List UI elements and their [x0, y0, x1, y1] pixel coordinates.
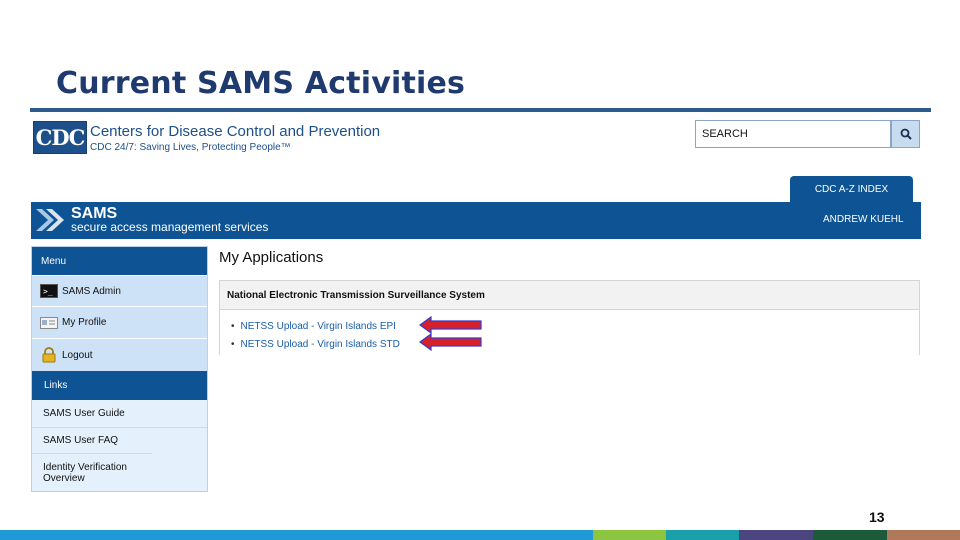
annotation-arrow-icon: [419, 316, 482, 334]
app-link-label: NETSS Upload - Virgin Islands STD: [240, 339, 400, 350]
svg-text:>_: >_: [43, 287, 53, 296]
footer-color-bar: [0, 530, 960, 540]
search-button[interactable]: [891, 120, 920, 148]
sidebar-item-sams-admin[interactable]: >_ SAMS Admin: [32, 275, 207, 306]
sams-subtitle: secure access management services: [71, 220, 269, 234]
padlock-icon: [40, 347, 58, 363]
sidebar-link-user-guide[interactable]: SAMS User Guide: [32, 400, 207, 427]
id-card-icon: [40, 316, 58, 330]
terminal-icon: >_: [40, 284, 58, 298]
cdc-org-name: Centers for Disease Control and Preventi…: [90, 123, 381, 140]
footer-segment: [813, 530, 887, 540]
sams-arrow-icon: [36, 209, 64, 231]
panel-title: National Electronic Transmission Surveil…: [220, 281, 919, 310]
bullet: •: [231, 321, 235, 332]
footer-segment: [0, 530, 593, 540]
sidebar-item-my-profile[interactable]: My Profile: [32, 306, 207, 338]
footer-segment: [666, 530, 739, 540]
footer-segment: [887, 530, 960, 540]
sidebar-item-label: Logout: [62, 349, 93, 361]
applications-panel: National Electronic Transmission Surveil…: [219, 280, 920, 355]
annotation-arrow-icon: [419, 333, 482, 351]
cdc-logo[interactable]: CDC: [33, 121, 87, 154]
title-rule: [30, 108, 931, 112]
slide-title: Current SAMS Activities: [56, 66, 466, 101]
footer-segment: [593, 530, 666, 540]
app-link-virgin-islands-epi[interactable]: • NETSS Upload - Virgin Islands EPI: [231, 321, 396, 332]
sidebar: Menu >_ SAMS Admin My Profile Logout Lin…: [31, 246, 208, 492]
menu-header: Menu: [32, 247, 207, 275]
sidebar-link-identity-verification[interactable]: Identity Verification Overview: [32, 453, 152, 491]
sidebar-link-user-faq[interactable]: SAMS User FAQ: [32, 427, 207, 453]
app-link-virgin-islands-std[interactable]: • NETSS Upload - Virgin Islands STD: [231, 339, 400, 350]
sidebar-item-label: My Profile: [62, 317, 107, 328]
cdc-tagline: CDC 24/7: Saving Lives, Protecting Peopl…: [90, 142, 291, 153]
app-link-label: NETSS Upload - Virgin Islands EPI: [240, 321, 396, 332]
bullet: •: [231, 339, 235, 350]
links-header: Links: [32, 371, 207, 400]
page-heading: My Applications: [219, 249, 324, 266]
az-index-tab[interactable]: CDC A-Z INDEX: [790, 176, 913, 202]
search-input[interactable]: SEARCH: [695, 120, 891, 148]
footer-segment: [739, 530, 813, 540]
magnifier-icon: [900, 128, 912, 140]
sidebar-item-label: SAMS Admin: [62, 285, 121, 297]
page-number: 13: [869, 509, 885, 525]
user-name[interactable]: ANDREW KUEHL: [823, 214, 904, 225]
sidebar-item-logout[interactable]: Logout: [32, 338, 207, 371]
